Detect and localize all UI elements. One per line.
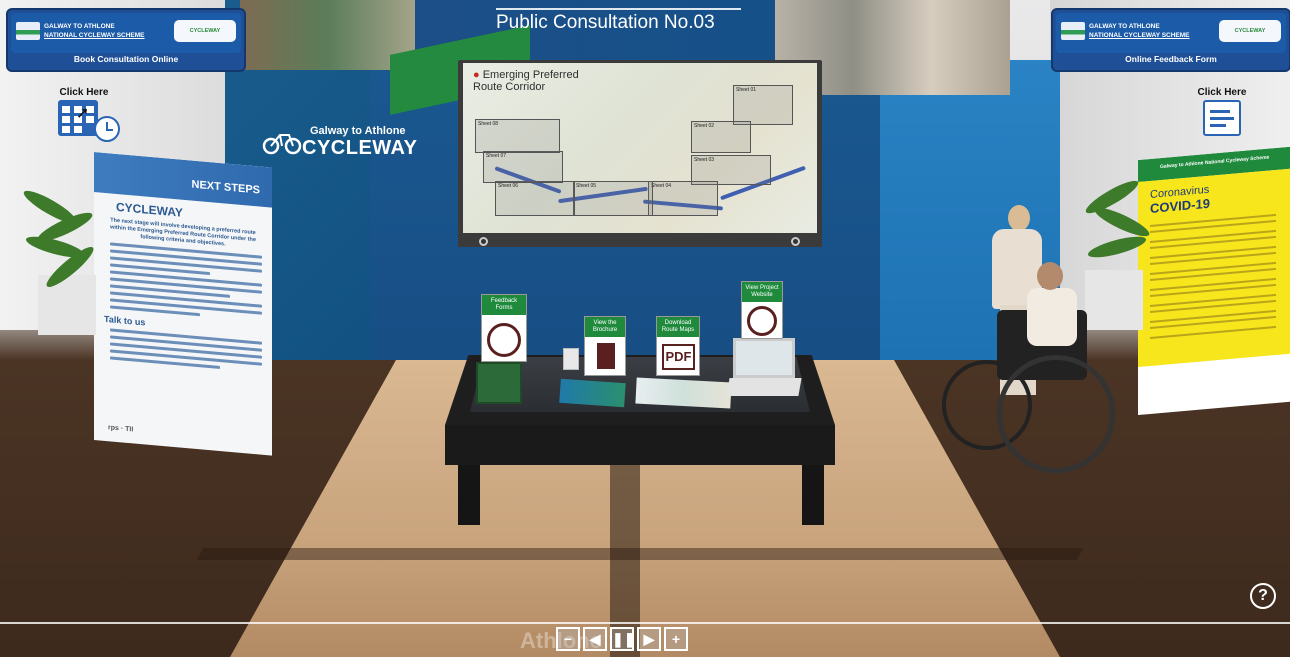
pdf-icon: PDF: [662, 344, 695, 370]
map-sheet-04[interactable]: Sheet 04: [648, 181, 718, 216]
cursor-icon: ➚: [76, 105, 90, 122]
clock-icon: [94, 116, 120, 142]
zoom-out-button[interactable]: −: [556, 627, 580, 651]
cycleway-badge: CYCLEWAY: [1219, 20, 1281, 42]
screen-button-left: [479, 237, 488, 246]
feedback-forms-label: Feedback Forms: [482, 295, 526, 315]
online-feedback-card[interactable]: GALWAY TO ATHLONE NATIONAL CYCLEWAY SCHE…: [1051, 8, 1290, 72]
plant-left: [20, 160, 100, 310]
feedback-form-icon: [487, 323, 521, 357]
map-sheet-02[interactable]: Sheet 02: [691, 121, 751, 153]
scheme-name-line2: NATIONAL CYCLEWAY SCHEME: [44, 32, 145, 39]
map-sheet-05[interactable]: Sheet 05: [573, 181, 653, 216]
map-sheet-06[interactable]: Sheet 06: [495, 181, 575, 216]
title-underline: [496, 8, 741, 10]
scheme-name-line1: GALWAY TO ATHLONE: [44, 23, 115, 30]
previous-button[interactable]: ◀: [583, 627, 607, 651]
click-here-right[interactable]: Click Here: [1192, 87, 1252, 98]
next-steps-banner[interactable]: NEXT STEPS CYCLEWAY The next stage will …: [94, 152, 272, 456]
pen-cup: [563, 348, 579, 370]
route-corridor-map[interactable]: ● Emerging Preferred Route Corridor Shee…: [463, 63, 817, 233]
zoom-in-button[interactable]: +: [664, 627, 688, 651]
book-consultation-card[interactable]: GALWAY TO ATHLONE NATIONAL CYCLEWAY SCHE…: [6, 8, 246, 72]
wheelchair-visitor: [942, 262, 1117, 485]
cyclists-photo-left: [240, 0, 415, 70]
bicycle-icon: [262, 134, 302, 155]
feedback-forms-sign[interactable]: Feedback Forms: [481, 294, 527, 362]
feedback-form-icon[interactable]: [1203, 100, 1241, 136]
tour-controls: − ◀ ❚❚ ▶ +: [556, 627, 688, 653]
next-button[interactable]: ▶: [637, 627, 661, 651]
globe-icon: [747, 306, 777, 336]
help-icon[interactable]: ?: [1250, 583, 1276, 609]
view-project-website-sign[interactable]: View Project Website: [741, 281, 783, 339]
online-feedback-label[interactable]: Online Feedback Form: [1053, 54, 1289, 64]
scheme-name-line1: GALWAY TO ATHLONE: [1089, 23, 1160, 30]
download-route-maps-label: Download Route Maps: [657, 317, 699, 337]
brochures-stack[interactable]: [559, 378, 626, 408]
view-brochure-label: View the Brochure: [585, 317, 625, 337]
view-brochure-sign[interactable]: View the Brochure: [584, 316, 626, 376]
floor-shadow-horizontal: [196, 548, 1084, 560]
consultation-title: Public Consultation No.03: [496, 12, 715, 33]
scheme-name-line2: NATIONAL CYCLEWAY SCHEME: [1089, 32, 1190, 39]
route-maps-spread[interactable]: [635, 377, 732, 409]
scheme-logo-icon: [16, 22, 40, 40]
brochure-icon: [597, 343, 615, 369]
stand-cycleway-logo: Galway to Athlone CYCLEWAY: [262, 125, 418, 160]
click-here-left[interactable]: Click Here: [54, 87, 114, 98]
pause-button[interactable]: ❚❚: [610, 627, 635, 651]
map-title: ● Emerging Preferred Route Corridor: [473, 69, 579, 93]
scheme-logo-icon: [1061, 22, 1085, 40]
download-route-maps-sign[interactable]: Download Route Maps PDF: [656, 316, 700, 376]
cycleway-badge: CYCLEWAY: [174, 20, 236, 42]
virtual-exhibition-scene: Public Consultation No.03 Galway to Athl…: [0, 0, 1290, 657]
book-consultation-label[interactable]: Book Consultation Online: [8, 54, 244, 64]
view-project-website-label: View Project Website: [742, 282, 782, 302]
map-sheet-07[interactable]: Sheet 07: [483, 151, 563, 183]
laptop[interactable]: [733, 338, 795, 378]
screen-button-right: [791, 237, 800, 246]
map-sheet-01[interactable]: Sheet 01: [733, 85, 793, 125]
banner-footer-logos: rps · TII: [108, 424, 134, 434]
feedback-box[interactable]: [476, 362, 522, 404]
map-sheet-08[interactable]: Sheet 08: [475, 119, 560, 153]
